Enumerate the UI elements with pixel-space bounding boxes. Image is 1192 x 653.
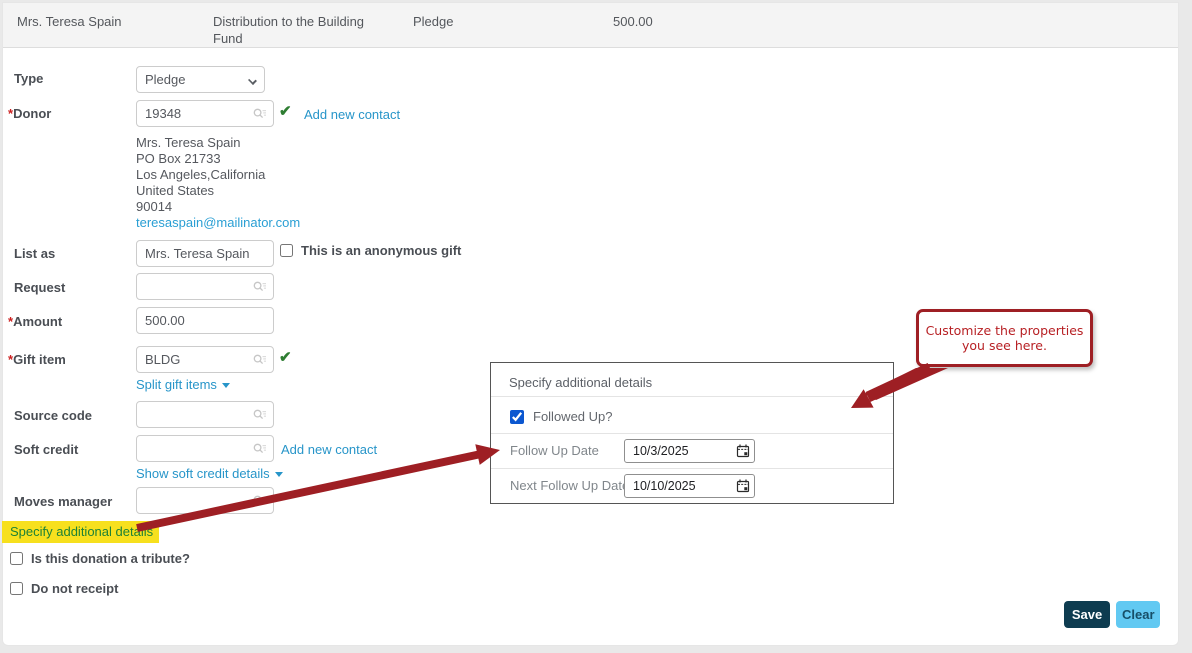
- type-label: Type: [14, 71, 43, 86]
- search-icon[interactable]: [253, 281, 267, 292]
- donor-label: *Donor: [8, 106, 51, 121]
- panel-divider: [491, 433, 893, 434]
- do-not-receipt-checkbox-row: Do not receipt: [10, 581, 118, 596]
- moves-manager-input[interactable]: [137, 493, 253, 508]
- save-button[interactable]: Save: [1064, 601, 1110, 628]
- next-follow-up-date-input[interactable]: [625, 479, 732, 493]
- search-icon[interactable]: [253, 495, 267, 506]
- gift-summary-row[interactable]: Mrs. Teresa Spain Distribution to the Bu…: [3, 3, 1178, 48]
- request-input[interactable]: [137, 279, 253, 294]
- tribute-checkbox-row: Is this donation a tribute?: [10, 551, 190, 566]
- source-code-lookup-field: [136, 401, 274, 428]
- additional-details-panel: Specify additional details Followed Up? …: [490, 362, 894, 504]
- next-follow-up-date-field: [624, 474, 755, 498]
- list-as-input[interactable]: [137, 246, 273, 261]
- additional-details-panel-title: Specify additional details: [509, 375, 652, 390]
- soft-credit-lookup-field: [136, 435, 274, 462]
- panel-divider: [491, 468, 893, 469]
- tribute-checkbox[interactable]: [10, 552, 23, 565]
- gift-item-input[interactable]: [137, 352, 253, 367]
- summary-amount: 500.00: [613, 13, 653, 30]
- clear-button[interactable]: Clear: [1116, 601, 1160, 628]
- gift-item-valid-checkmark-icon: ✔: [279, 348, 292, 366]
- donor-valid-checkmark-icon: ✔: [279, 102, 292, 120]
- donor-address-zip: 90014: [136, 199, 300, 215]
- caret-down-icon: [275, 472, 283, 477]
- amount-input[interactable]: [137, 313, 273, 328]
- request-lookup-field: [136, 273, 274, 300]
- type-select[interactable]: Pledge: [136, 66, 265, 93]
- source-code-input[interactable]: [137, 407, 253, 422]
- donor-address-block: Mrs. Teresa Spain PO Box 21733 Los Angel…: [136, 135, 300, 231]
- donor-address-line1: PO Box 21733: [136, 151, 300, 167]
- follow-up-date-label: Follow Up Date: [510, 443, 599, 458]
- moves-manager-lookup-field: [136, 487, 274, 514]
- summary-donor-name: Mrs. Teresa Spain: [17, 13, 197, 30]
- next-follow-up-date-label: Next Follow Up Date: [510, 478, 629, 493]
- summary-gift-type: Pledge: [413, 13, 453, 30]
- show-soft-credit-details-link[interactable]: Show soft credit details: [136, 466, 283, 481]
- list-as-field: [136, 240, 274, 267]
- tribute-label: Is this donation a tribute?: [31, 551, 190, 566]
- specify-additional-details-link[interactable]: Specify additional details: [2, 521, 159, 543]
- search-icon[interactable]: [253, 354, 267, 365]
- amount-field: [136, 307, 274, 334]
- anonymous-gift-label: This is an anonymous gift: [301, 243, 461, 258]
- followed-up-checkbox[interactable]: [510, 410, 524, 424]
- gift-entry-page: Mrs. Teresa Spain Distribution to the Bu…: [0, 0, 1192, 653]
- calendar-icon[interactable]: [732, 475, 754, 497]
- follow-up-date-field: [624, 439, 755, 463]
- amount-label: *Amount: [8, 314, 62, 329]
- search-icon[interactable]: [253, 409, 267, 420]
- gift-item-label: *Gift item: [8, 352, 66, 367]
- panel-divider: [491, 396, 893, 397]
- search-icon[interactable]: [253, 443, 267, 454]
- followed-up-checkbox-row: Followed Up?: [510, 409, 613, 424]
- donor-input[interactable]: [137, 106, 253, 121]
- callout-text-line2: you see here.: [962, 338, 1047, 353]
- type-select-wrap: Pledge: [136, 66, 265, 93]
- customize-callout: Customize the properties you see here.: [916, 309, 1093, 367]
- gift-item-lookup-field: [136, 346, 274, 373]
- donor-address-country: United States: [136, 183, 300, 199]
- soft-credit-input[interactable]: [137, 441, 253, 456]
- donor-lookup-field: [136, 100, 274, 127]
- split-gift-items-link[interactable]: Split gift items: [136, 377, 230, 392]
- donor-address-name: Mrs. Teresa Spain: [136, 135, 300, 151]
- soft-credit-label: Soft credit: [14, 442, 78, 457]
- calendar-icon[interactable]: [732, 440, 754, 462]
- soft-credit-add-new-contact-link[interactable]: Add new contact: [281, 442, 377, 457]
- list-as-label: List as: [14, 246, 55, 261]
- source-code-label: Source code: [14, 408, 92, 423]
- search-icon[interactable]: [253, 108, 267, 119]
- donor-add-new-contact-link[interactable]: Add new contact: [304, 107, 400, 122]
- callout-text-line1: Customize the properties: [926, 323, 1084, 338]
- donor-email-link[interactable]: teresaspain@mailinator.com: [136, 215, 300, 230]
- moves-manager-label: Moves manager: [14, 494, 112, 509]
- do-not-receipt-checkbox[interactable]: [10, 582, 23, 595]
- anonymous-gift-checkbox-row: This is an anonymous gift: [280, 243, 461, 258]
- donor-address-city-state: Los Angeles,California: [136, 167, 300, 183]
- summary-designation: Distribution to the Building Fund: [213, 13, 381, 47]
- anonymous-gift-checkbox[interactable]: [280, 244, 293, 257]
- followed-up-label: Followed Up?: [533, 409, 613, 424]
- follow-up-date-input[interactable]: [625, 444, 732, 458]
- request-label: Request: [14, 280, 65, 295]
- caret-down-icon: [222, 383, 230, 388]
- do-not-receipt-label: Do not receipt: [31, 581, 118, 596]
